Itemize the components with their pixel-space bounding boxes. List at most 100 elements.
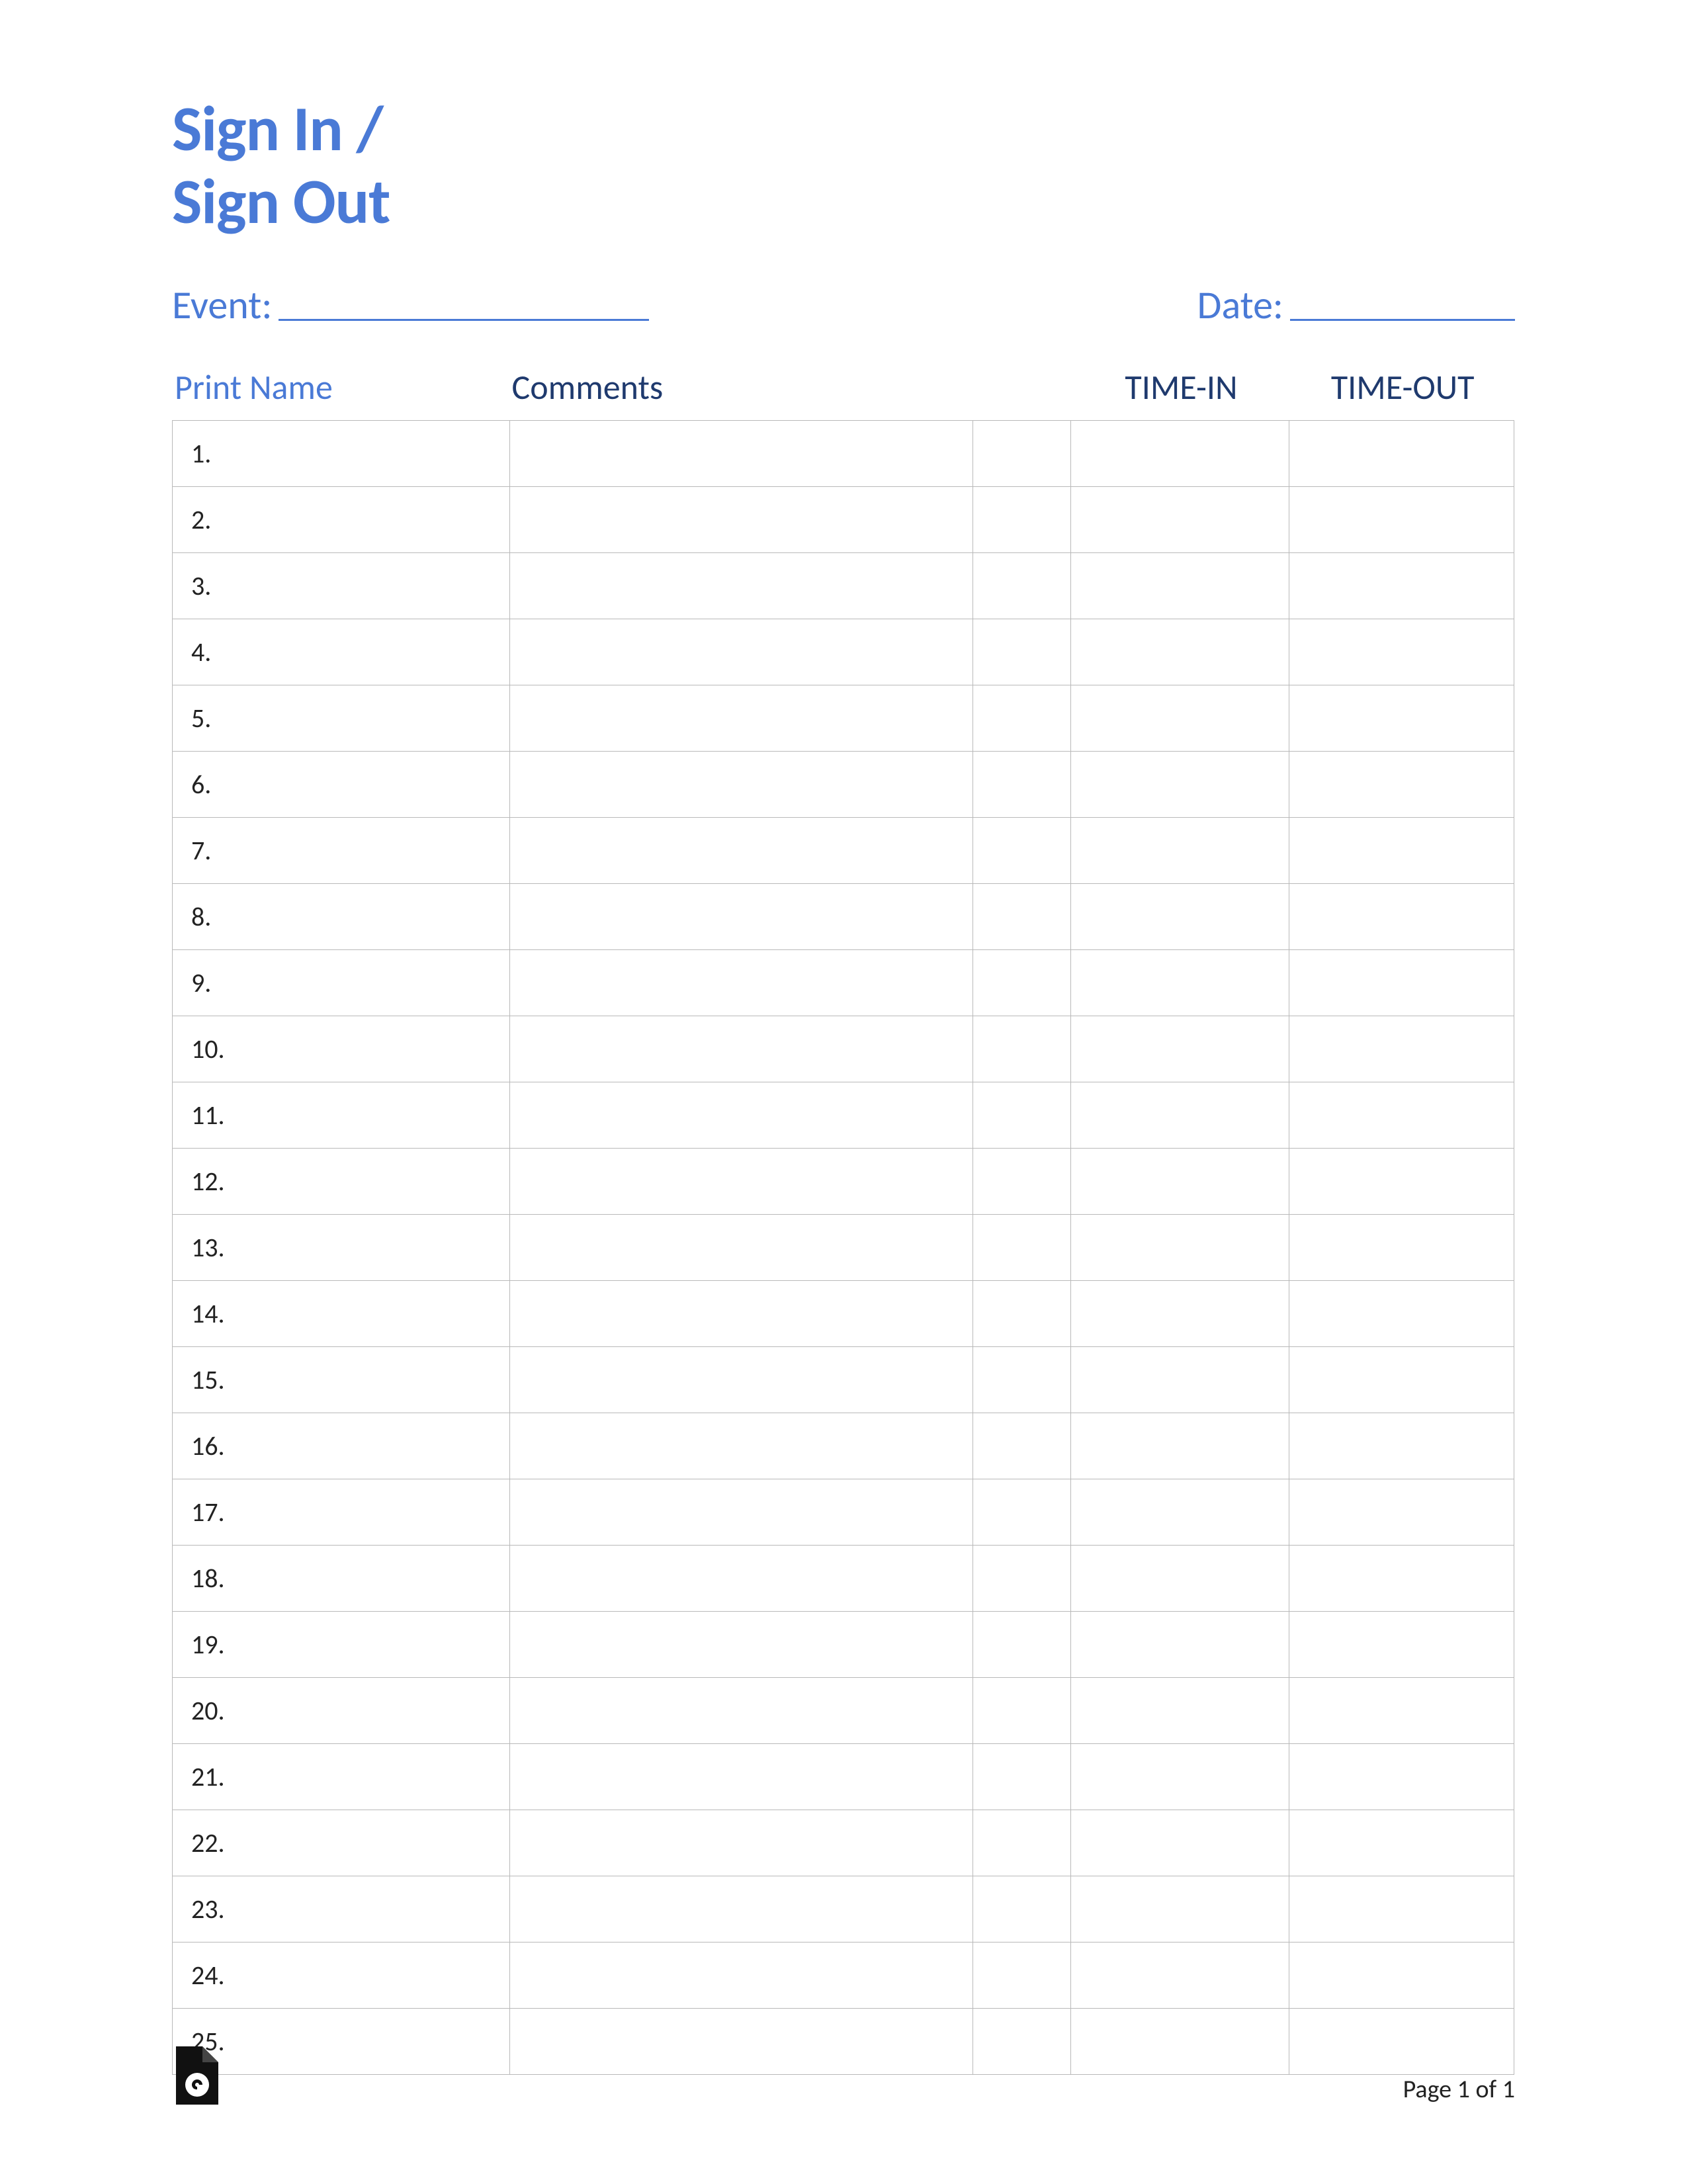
cell-comments[interactable] bbox=[510, 1942, 973, 2008]
cell-print-name[interactable]: 24. bbox=[173, 1942, 510, 2008]
cell-comments[interactable] bbox=[510, 1413, 973, 1479]
cell-time-out[interactable] bbox=[1289, 619, 1514, 685]
cell-time-out[interactable] bbox=[1289, 1545, 1514, 1611]
cell-time-in[interactable] bbox=[1071, 1413, 1289, 1479]
cell-print-name[interactable]: 2. bbox=[173, 486, 510, 552]
cell-comments[interactable] bbox=[510, 751, 973, 817]
cell-comments[interactable] bbox=[510, 1479, 973, 1545]
cell-time-in[interactable] bbox=[1071, 817, 1289, 883]
cell-time-in[interactable] bbox=[1071, 486, 1289, 552]
cell-time-in[interactable] bbox=[1071, 949, 1289, 1016]
cell-print-name[interactable]: 18. bbox=[173, 1545, 510, 1611]
cell-comments[interactable] bbox=[510, 1611, 973, 1677]
cell-comments[interactable] bbox=[510, 1545, 973, 1611]
cell-time-out[interactable] bbox=[1289, 1677, 1514, 1743]
cell-gap bbox=[973, 1280, 1071, 1346]
cell-print-name[interactable]: 11. bbox=[173, 1082, 510, 1148]
cell-time-out[interactable] bbox=[1289, 883, 1514, 949]
cell-comments[interactable] bbox=[510, 486, 973, 552]
cell-time-out[interactable] bbox=[1289, 949, 1514, 1016]
cell-comments[interactable] bbox=[510, 1677, 973, 1743]
sign-in-sheet-page: Sign In / Sign Out Event: Date: Print Na… bbox=[0, 0, 1687, 2184]
cell-print-name[interactable]: 8. bbox=[173, 883, 510, 949]
date-blank-line[interactable] bbox=[1290, 281, 1515, 321]
cell-time-in[interactable] bbox=[1071, 552, 1289, 619]
cell-print-name[interactable]: 23. bbox=[173, 1876, 510, 1942]
cell-comments[interactable] bbox=[510, 949, 973, 1016]
cell-time-in[interactable] bbox=[1071, 751, 1289, 817]
cell-time-in[interactable] bbox=[1071, 1148, 1289, 1214]
event-blank-line[interactable] bbox=[279, 281, 649, 321]
cell-time-out[interactable] bbox=[1289, 1942, 1514, 2008]
cell-print-name[interactable]: 22. bbox=[173, 1810, 510, 1876]
cell-time-out[interactable] bbox=[1289, 685, 1514, 751]
cell-time-out[interactable] bbox=[1289, 1743, 1514, 1810]
cell-print-name[interactable]: 20. bbox=[173, 1677, 510, 1743]
cell-comments[interactable] bbox=[510, 420, 973, 486]
cell-time-in[interactable] bbox=[1071, 1545, 1289, 1611]
cell-time-out[interactable] bbox=[1289, 1413, 1514, 1479]
cell-comments[interactable] bbox=[510, 1082, 973, 1148]
cell-print-name[interactable]: 10. bbox=[173, 1016, 510, 1082]
cell-comments[interactable] bbox=[510, 1810, 973, 1876]
cell-time-out[interactable] bbox=[1289, 420, 1514, 486]
cell-time-out[interactable] bbox=[1289, 1876, 1514, 1942]
cell-time-in[interactable] bbox=[1071, 883, 1289, 949]
cell-time-out[interactable] bbox=[1289, 1479, 1514, 1545]
cell-time-in[interactable] bbox=[1071, 420, 1289, 486]
cell-print-name[interactable]: 3. bbox=[173, 552, 510, 619]
cell-time-in[interactable] bbox=[1071, 1346, 1289, 1413]
cell-time-out[interactable] bbox=[1289, 1148, 1514, 1214]
cell-comments[interactable] bbox=[510, 1876, 973, 1942]
cell-time-out[interactable] bbox=[1289, 552, 1514, 619]
cell-comments[interactable] bbox=[510, 1743, 973, 1810]
cell-time-in[interactable] bbox=[1071, 1280, 1289, 1346]
cell-print-name[interactable]: 6. bbox=[173, 751, 510, 817]
cell-print-name[interactable]: 14. bbox=[173, 1280, 510, 1346]
cell-time-in[interactable] bbox=[1071, 1214, 1289, 1280]
cell-time-out[interactable] bbox=[1289, 1016, 1514, 1082]
cell-print-name[interactable]: 5. bbox=[173, 685, 510, 751]
cell-time-in[interactable] bbox=[1071, 1677, 1289, 1743]
cell-print-name[interactable]: 15. bbox=[173, 1346, 510, 1413]
cell-print-name[interactable]: 1. bbox=[173, 420, 510, 486]
cell-time-out[interactable] bbox=[1289, 1280, 1514, 1346]
cell-time-in[interactable] bbox=[1071, 1942, 1289, 2008]
cell-comments[interactable] bbox=[510, 552, 973, 619]
cell-comments[interactable] bbox=[510, 1280, 973, 1346]
cell-print-name[interactable]: 4. bbox=[173, 619, 510, 685]
cell-time-in[interactable] bbox=[1071, 685, 1289, 751]
cell-time-out[interactable] bbox=[1289, 1214, 1514, 1280]
cell-time-out[interactable] bbox=[1289, 1611, 1514, 1677]
cell-time-out[interactable] bbox=[1289, 1082, 1514, 1148]
cell-print-name[interactable]: 21. bbox=[173, 1743, 510, 1810]
cell-time-in[interactable] bbox=[1071, 1016, 1289, 1082]
cell-print-name[interactable]: 16. bbox=[173, 1413, 510, 1479]
cell-time-out[interactable] bbox=[1289, 1346, 1514, 1413]
cell-comments[interactable] bbox=[510, 883, 973, 949]
cell-comments[interactable] bbox=[510, 685, 973, 751]
cell-time-in[interactable] bbox=[1071, 1810, 1289, 1876]
cell-time-in[interactable] bbox=[1071, 1082, 1289, 1148]
cell-time-in[interactable] bbox=[1071, 1876, 1289, 1942]
cell-time-out[interactable] bbox=[1289, 817, 1514, 883]
cell-print-name[interactable]: 12. bbox=[173, 1148, 510, 1214]
cell-time-out[interactable] bbox=[1289, 1810, 1514, 1876]
cell-comments[interactable] bbox=[510, 1148, 973, 1214]
cell-time-in[interactable] bbox=[1071, 1743, 1289, 1810]
cell-time-in[interactable] bbox=[1071, 619, 1289, 685]
cell-time-out[interactable] bbox=[1289, 486, 1514, 552]
cell-time-in[interactable] bbox=[1071, 1479, 1289, 1545]
cell-print-name[interactable]: 7. bbox=[173, 817, 510, 883]
cell-print-name[interactable]: 19. bbox=[173, 1611, 510, 1677]
cell-comments[interactable] bbox=[510, 619, 973, 685]
cell-print-name[interactable]: 17. bbox=[173, 1479, 510, 1545]
cell-print-name[interactable]: 13. bbox=[173, 1214, 510, 1280]
cell-print-name[interactable]: 9. bbox=[173, 949, 510, 1016]
cell-time-out[interactable] bbox=[1289, 751, 1514, 817]
cell-comments[interactable] bbox=[510, 1346, 973, 1413]
cell-comments[interactable] bbox=[510, 1214, 973, 1280]
cell-comments[interactable] bbox=[510, 817, 973, 883]
cell-comments[interactable] bbox=[510, 1016, 973, 1082]
cell-time-in[interactable] bbox=[1071, 1611, 1289, 1677]
